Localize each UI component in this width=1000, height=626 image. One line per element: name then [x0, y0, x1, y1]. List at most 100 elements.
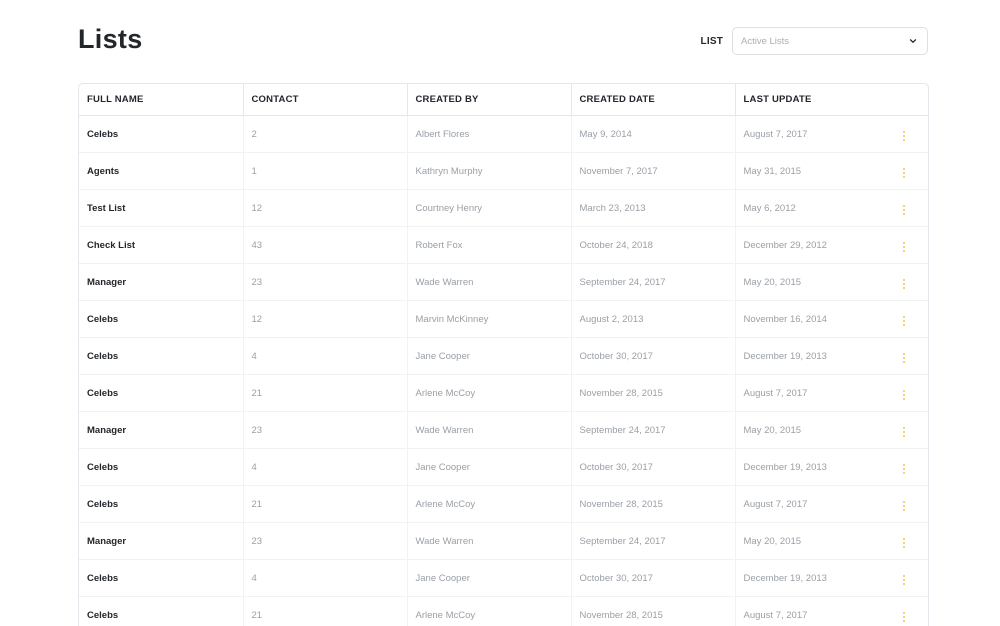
kebab-dot [902, 249, 905, 252]
table-row[interactable]: Celebs 21 Arlene McCoy November 28, 2015 Aug… [79, 374, 928, 412]
row-actions-cell [879, 189, 928, 227]
table-header-row: FULL NAME CONTACT CREATED BY CREATED DAT… [79, 84, 928, 116]
table-row[interactable]: Celebs 21 Arlene McCoy November 28, 2015 Aug… [79, 596, 928, 626]
more-vertical-icon[interactable] [899, 239, 909, 255]
cell-created-by: Arlene McCoy [406, 596, 571, 626]
more-vertical-icon[interactable] [899, 461, 909, 477]
kebab-dot [902, 167, 905, 170]
more-vertical-icon[interactable] [899, 128, 909, 144]
cell-full-name: Celebs [79, 485, 243, 523]
table-row[interactable]: Celebs 4 Jane Cooper October 30, 2017 Decemb… [79, 448, 928, 486]
cell-created-by: Kathryn Murphy [406, 152, 571, 190]
more-vertical-icon[interactable] [899, 313, 909, 329]
cell-full-name: Celebs [79, 374, 243, 412]
column-header-created-date[interactable]: CREATED DATE [570, 84, 735, 116]
row-actions-cell [879, 226, 928, 264]
table-row[interactable]: Celebs 21 Arlene McCoy November 28, 2015 Aug… [79, 485, 928, 523]
kebab-dot [902, 212, 905, 215]
table-row[interactable]: Check List 43 Robert Fox October 24, 2018 De… [79, 226, 928, 264]
cell-created-date: August 2, 2013 [570, 300, 735, 338]
cell-full-name: Celebs [79, 337, 243, 375]
cell-full-name: Celebs [79, 559, 243, 597]
more-vertical-icon[interactable] [899, 535, 909, 551]
kebab-dot [902, 323, 905, 326]
row-actions-cell [879, 559, 928, 597]
row-actions-cell [879, 522, 928, 560]
cell-last-update: August 7, 2017 [734, 485, 879, 523]
cell-last-update: August 7, 2017 [734, 596, 879, 626]
row-actions-cell [879, 337, 928, 375]
cell-contact: 23 [242, 263, 407, 301]
kebab-dot [902, 430, 905, 433]
more-vertical-icon[interactable] [899, 165, 909, 181]
cell-last-update: May 20, 2015 [734, 411, 879, 449]
cell-created-by: Wade Warren [406, 263, 571, 301]
row-actions-cell [879, 485, 928, 523]
kebab-dot [902, 471, 905, 474]
more-vertical-icon[interactable] [899, 609, 909, 625]
more-vertical-icon[interactable] [899, 202, 909, 218]
kebab-dot [902, 426, 905, 429]
kebab-dot [902, 130, 905, 133]
cell-last-update: May 20, 2015 [734, 522, 879, 560]
cell-full-name: Check List [79, 226, 243, 264]
kebab-dot [902, 286, 905, 289]
kebab-dot [902, 175, 905, 178]
cell-contact: 12 [242, 300, 407, 338]
row-actions-cell [879, 374, 928, 412]
table-row[interactable]: Celebs 4 Jane Cooper October 30, 2017 Decemb… [79, 337, 928, 375]
more-vertical-icon[interactable] [899, 350, 909, 366]
page-title: Lists [78, 24, 143, 54]
cell-created-date: November 7, 2017 [570, 152, 735, 190]
more-vertical-icon[interactable] [899, 498, 909, 514]
cell-last-update: May 20, 2015 [734, 263, 879, 301]
column-header-created-by[interactable]: CREATED BY [406, 84, 571, 116]
cell-last-update: August 7, 2017 [734, 374, 879, 412]
kebab-dot [902, 582, 905, 585]
kebab-dot [902, 208, 905, 211]
table-row[interactable]: Manager 23 Wade Warren September 24, 2017 Ma… [79, 263, 928, 301]
chevron-down-icon [909, 37, 917, 45]
cell-created-by: Marvin McKinney [406, 300, 571, 338]
table-row[interactable]: Celebs 4 Jane Cooper October 30, 2017 Decemb… [79, 559, 928, 597]
cell-created-date: May 9, 2014 [570, 115, 735, 153]
kebab-dot [902, 574, 905, 577]
column-header-full-name[interactable]: FULL NAME [79, 84, 243, 116]
kebab-dot [902, 245, 905, 248]
kebab-dot [902, 611, 905, 614]
cell-contact: 12 [242, 189, 407, 227]
cell-full-name: Manager [79, 522, 243, 560]
more-vertical-icon[interactable] [899, 276, 909, 292]
cell-contact: 4 [242, 337, 407, 375]
kebab-dot [902, 282, 905, 285]
kebab-dot [902, 171, 905, 174]
cell-created-by: Albert Flores [406, 115, 571, 153]
more-vertical-icon[interactable] [899, 387, 909, 403]
cell-created-date: November 28, 2015 [570, 485, 735, 523]
cell-contact: 23 [242, 411, 407, 449]
row-actions-cell [879, 411, 928, 449]
kebab-dot [902, 134, 905, 137]
list-select[interactable]: Active Lists [732, 27, 928, 55]
row-actions-cell [879, 596, 928, 626]
cell-contact: 1 [242, 152, 407, 190]
more-vertical-icon[interactable] [899, 424, 909, 440]
table-row[interactable]: Celebs 12 Marvin McKinney August 2, 2013 Nov… [79, 300, 928, 338]
kebab-dot [902, 360, 905, 363]
kebab-dot [902, 615, 905, 618]
column-header-last-update[interactable]: LAST UPDATE [734, 84, 879, 116]
cell-contact: 4 [242, 559, 407, 597]
cell-last-update: December 19, 2013 [734, 559, 879, 597]
list-filter-label: LIST [700, 35, 723, 47]
table-row[interactable]: Agents 1 Kathryn Murphy November 7, 2017 May… [79, 152, 928, 190]
kebab-dot [902, 500, 905, 503]
table-row[interactable]: Celebs 2 Albert Flores May 9, 2014 August 7,… [79, 115, 928, 153]
column-header-contact[interactable]: CONTACT [242, 84, 407, 116]
cell-created-by: Wade Warren [406, 522, 571, 560]
kebab-dot [902, 578, 905, 581]
row-actions-cell [879, 152, 928, 190]
table-row[interactable]: Manager 23 Wade Warren September 24, 2017 Ma… [79, 522, 928, 560]
more-vertical-icon[interactable] [899, 572, 909, 588]
table-row[interactable]: Manager 23 Wade Warren September 24, 2017 Ma… [79, 411, 928, 449]
table-row[interactable]: Test List 12 Courtney Henry March 23, 2013 M… [79, 189, 928, 227]
